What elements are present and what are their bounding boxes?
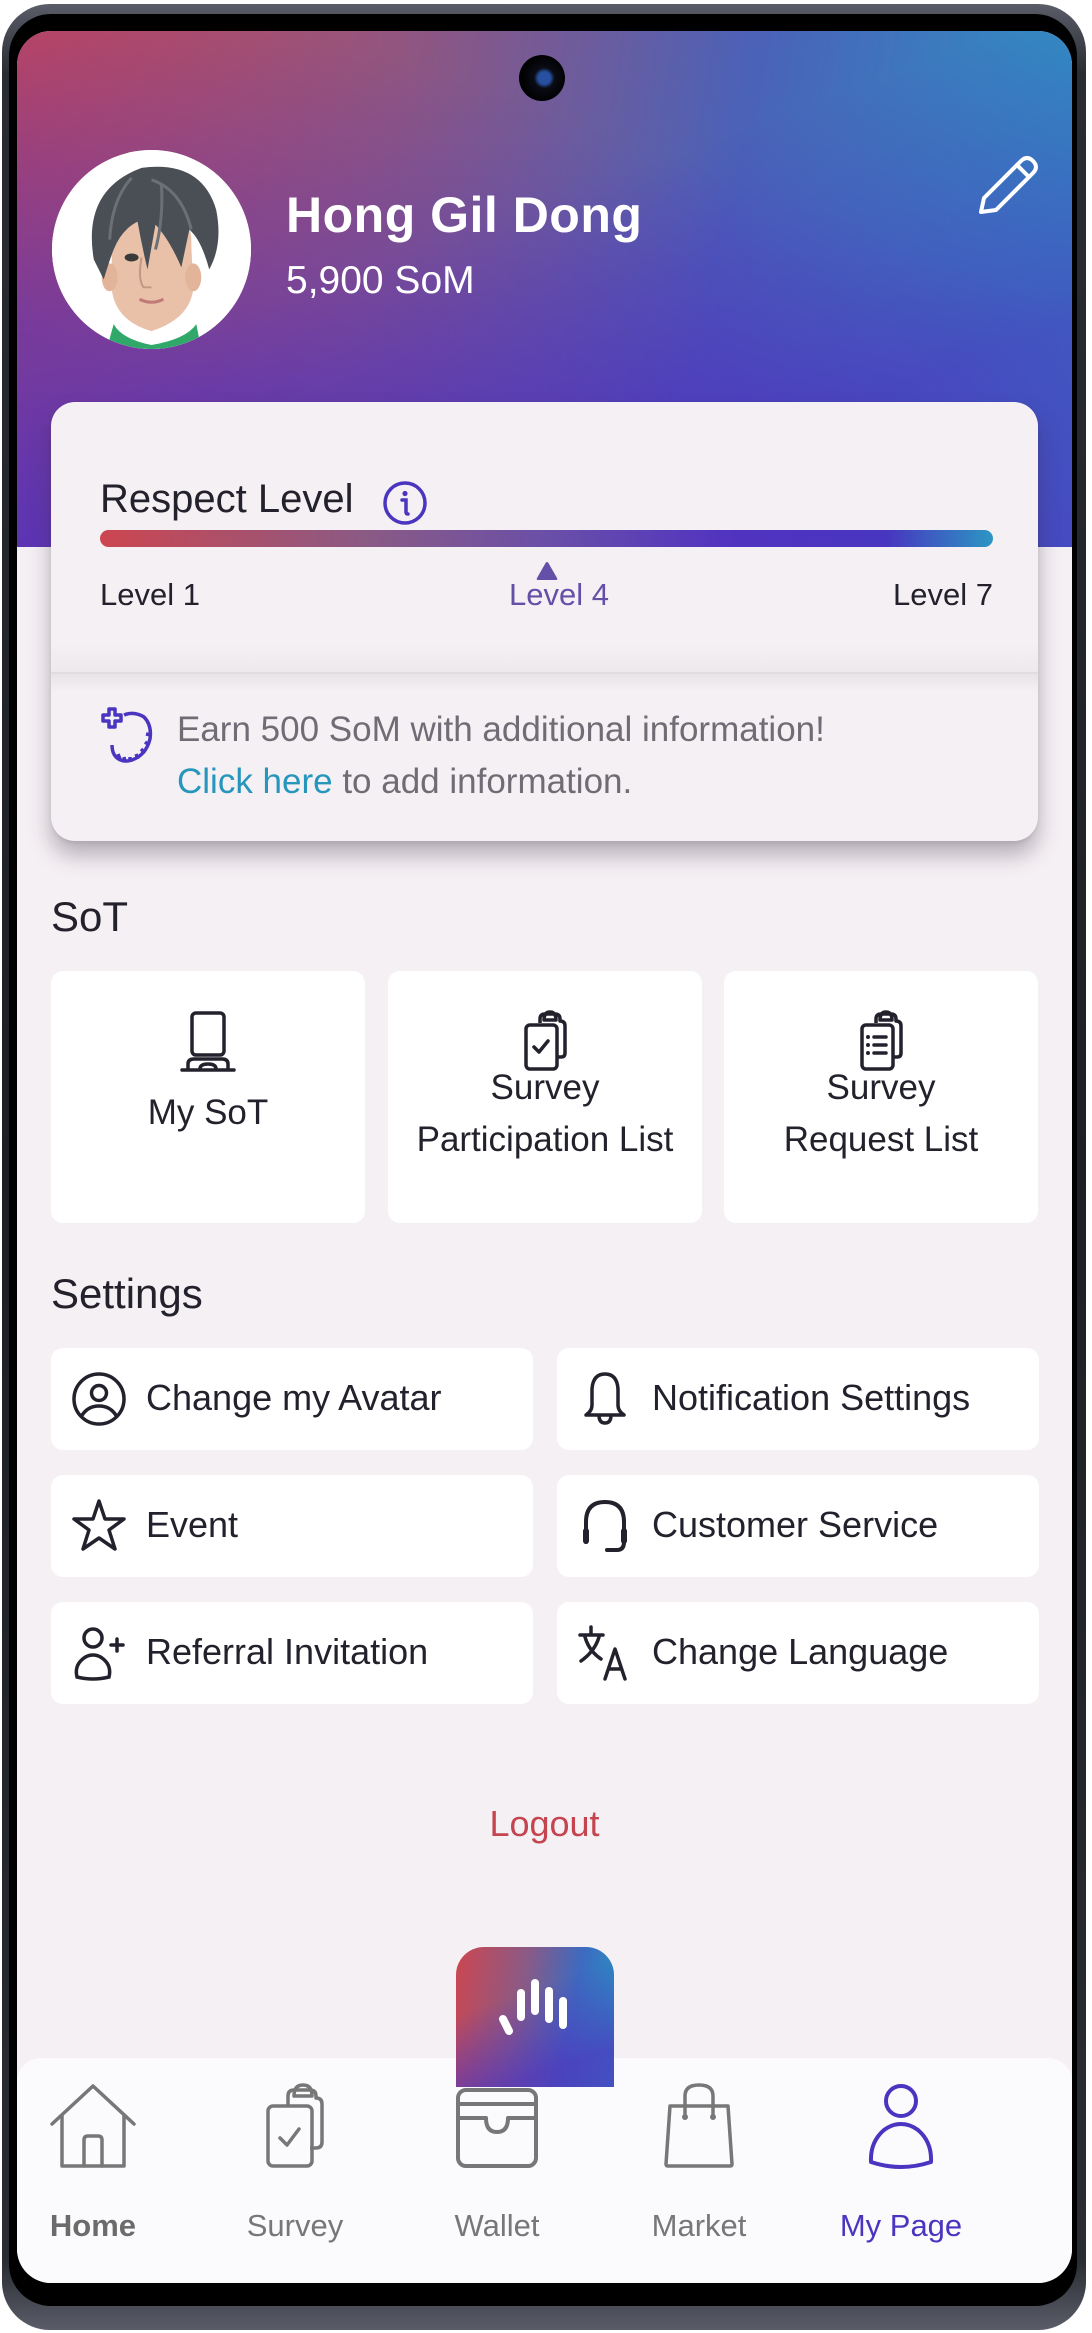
nav-item-survey[interactable]: Survey [195,2058,395,2283]
profile-som-balance: 5,900 SoM [286,259,475,302]
respect-level-card: Respect Level Level 1 Level 4 Level 7 Ea… [51,402,1038,841]
center-action-button[interactable] [456,1947,614,2087]
shopping-bag-icon [664,2083,734,2168]
sot-card-label-line1: Survey [490,1068,600,1107]
click-here-link[interactable]: Click here [177,762,333,801]
settings-item-event[interactable]: Event [51,1475,533,1577]
card-divider [51,672,1038,692]
hand-wave-icon [499,1979,567,2035]
sot-section-title: SoT [51,893,129,940]
coin-plus-icon [94,707,154,765]
nav-label: My Page [839,2208,963,2243]
star-icon [72,1499,126,1551]
level-current-label: Level 4 [509,577,609,612]
promo-text-rest: to add information. [332,762,633,801]
home-icon [50,2084,136,2168]
sot-card-survey-participation[interactable]: Survey Participation List [388,971,702,1223]
user-plus-icon [74,1627,125,1681]
level-min-label: Level 1 [100,577,200,612]
profile-name: Hong Gil Dong [286,187,643,243]
settings-item-label: Customer Service [652,1504,939,1545]
sot-card-label-line1: Survey [826,1068,936,1107]
settings-item-label: Event [146,1504,239,1545]
front-camera [519,55,565,101]
bell-icon [584,1372,626,1425]
settings-item-notification-settings[interactable]: Notification Settings [557,1348,1039,1450]
promo-text: Earn 500 SoM with additional information… [177,710,825,749]
app-screen: Hong Gil Dong 5,900 SoM Respect Level Le… [17,31,1072,2283]
nav-item-market[interactable]: Market [599,2058,799,2283]
pencil-icon [979,156,1038,214]
logout-button[interactable]: Logout [489,1803,599,1844]
sot-card-label: My SoT [147,1093,269,1132]
edit-profile-button[interactable] [967,146,1043,222]
logout-container: Logout [17,1803,1072,1845]
settings-item-label: Referral Invitation [146,1631,429,1672]
level-max-label: Level 7 [893,577,993,612]
kiosk-device-icon [180,1011,236,1072]
settings-item-change-language[interactable]: Change Language [557,1602,1039,1704]
promo-text-line2: Click here to add information. [177,762,632,802]
sot-card-label-line2: Participation List [416,1120,674,1159]
card-divider-shade [51,642,1038,674]
sot-card-label-line2: Request List [783,1120,979,1159]
avatar[interactable] [52,150,251,349]
respect-level-progress-bar [100,530,993,547]
avatar-3d-character-icon [52,150,251,349]
user-circle-icon [72,1372,126,1426]
headset-icon [583,1500,627,1552]
nav-item-wallet[interactable]: Wallet [397,2058,597,2283]
settings-item-label: Change my Avatar [146,1377,442,1418]
settings-section-title: Settings [51,1270,203,1317]
sot-card-survey-request[interactable]: Survey Request List [724,971,1038,1223]
sot-card-my-sot[interactable]: My SoT [51,971,365,1223]
nav-label: Survey [246,2208,344,2243]
nav-label: Wallet [454,2208,540,2243]
nav-item-my-page[interactable]: My Page [801,2058,1001,2283]
settings-item-label: Change Language [652,1631,949,1672]
settings-item-referral-invitation[interactable]: Referral Invitation [51,1602,533,1704]
settings-item-customer-service[interactable]: Customer Service [557,1475,1039,1577]
settings-item-label: Notification Settings [652,1377,971,1418]
clipboard-check-icon [266,2083,324,2168]
translate-icon [578,1625,627,1681]
bottom-nav: Home Survey Wallet Market My Page [17,2058,1072,2283]
settings-item-change-avatar[interactable]: Change my Avatar [51,1348,533,1450]
user-icon [868,2084,934,2169]
respect-level-title: Respect Level [100,477,354,521]
info-icon[interactable] [381,479,429,527]
nav-label: Market [651,2208,747,2243]
nav-label: Home [49,2208,137,2243]
nav-item-home[interactable]: Home [17,2058,193,2283]
wallet-icon [456,2088,538,2168]
